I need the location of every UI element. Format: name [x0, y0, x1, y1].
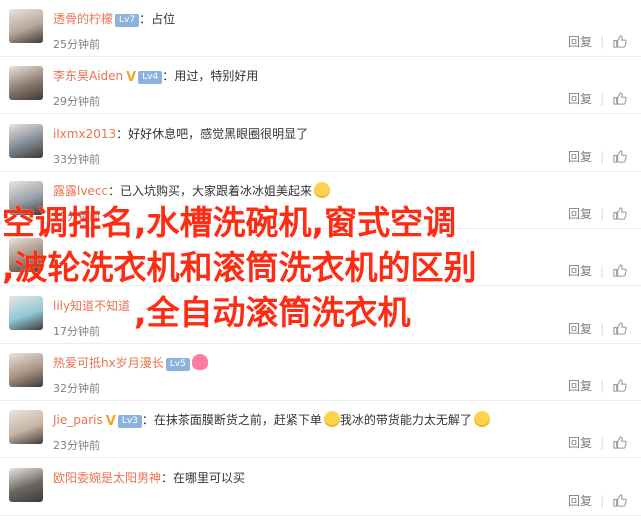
reply-button[interactable]: 回复	[568, 90, 592, 107]
timestamp: 29分钟前	[53, 95, 100, 108]
comment-line: 欧阳委婉是太阳男神：在哪里可以买	[53, 469, 631, 487]
comment-actions: 回复 |	[568, 33, 627, 50]
action-divider: |	[599, 91, 604, 106]
reply-button[interactable]: 回复	[568, 434, 592, 451]
reply-button[interactable]: 回复	[568, 377, 592, 394]
headline-overlay: 空调排名,水槽洗碗机,窗式空调 ,波轮洗衣机和滚筒洗衣机的区别 ,全自动滚筒洗衣…	[2, 200, 638, 335]
timestamp: 25分钟前	[53, 38, 100, 51]
comment-line: 透骨的柠檬 Lv7 ：占位	[53, 10, 631, 28]
action-divider: |	[599, 149, 604, 164]
smile-emoji-icon	[314, 182, 331, 198]
reply-button[interactable]: 回复	[568, 33, 592, 50]
comment-line: Jie_paris V Lv3 ：在抹茶面膜断货之前，赶紧下单 我冰的带货能力太无解了	[53, 411, 631, 429]
avatar[interactable]	[9, 66, 43, 100]
smile-emoji-icon	[473, 411, 490, 427]
level-badge: Lv4	[138, 71, 163, 84]
timestamp: 33分钟前	[53, 153, 100, 166]
level-badge: Lv5	[165, 358, 190, 371]
level-badge: Lv7	[115, 14, 140, 27]
comment-text: 已入坑购买，大家跟着冰冰姐美起来	[120, 184, 313, 198]
avatar[interactable]	[9, 9, 43, 43]
thumbs-up-icon[interactable]	[612, 149, 627, 164]
level-badge: Lv3	[117, 415, 142, 428]
comment-item: 透骨的柠檬 Lv7 ：占位 25分钟前 回复 |	[0, 0, 641, 57]
comment-actions: 回复 |	[568, 148, 627, 165]
headline-line-3: ,全自动滚筒洗衣机	[134, 293, 411, 332]
heart-emoji-icon	[191, 354, 208, 370]
comment-text: 占位	[151, 12, 176, 26]
username-link[interactable]: Jie_paris	[53, 413, 103, 427]
comment-text: 在抹茶面膜断货之前，赶紧下单	[153, 413, 322, 427]
comment-text: 好好休息吧，感觉黑眼圈很明显了	[128, 127, 309, 141]
username-link[interactable]: 热爱可抵hx岁月漫长	[53, 356, 164, 370]
comment-item: 欧阳委婉是太阳男神：在哪里可以买回复 |	[0, 459, 641, 516]
colon-separator: ：	[141, 413, 154, 427]
comment-line: ilxmx2013：好好休息吧，感觉黑眼圈很明显了	[53, 125, 631, 143]
avatar[interactable]	[9, 124, 43, 158]
username-link[interactable]: 透骨的柠檬	[53, 12, 113, 26]
avatar[interactable]	[9, 410, 43, 444]
comment-item: 李东昊Aiden V Lv4 ：用过，特别好用 29分钟前 回复 |	[0, 57, 641, 114]
action-divider: |	[599, 435, 604, 450]
action-divider: |	[599, 34, 604, 49]
timestamp: 32分钟前	[53, 382, 100, 395]
comment-item: 热爱可抵hx岁月漫长 Lv5 32分钟前 回复 |	[0, 344, 641, 401]
username-link[interactable]: ilxmx2013	[53, 127, 116, 141]
verified-icon: V	[126, 70, 137, 85]
comment-text: 用过，特别好用	[174, 69, 259, 83]
avatar[interactable]	[9, 468, 43, 502]
colon-separator: ：	[116, 127, 129, 141]
comment-actions: 回复 |	[568, 90, 627, 107]
thumbs-up-icon[interactable]	[612, 378, 627, 393]
comment-line: 李东昊Aiden V Lv4 ：用过，特别好用	[53, 67, 631, 85]
username-link[interactable]: 李东昊Aiden	[53, 69, 123, 83]
headline-line-2: ,波轮洗衣机和滚筒洗衣机的区别	[2, 248, 477, 287]
thumbs-up-icon[interactable]	[612, 34, 627, 49]
timestamp: 23分钟前	[53, 439, 100, 452]
reply-button[interactable]: 回复	[568, 492, 592, 509]
action-divider: |	[599, 493, 604, 508]
comment-line: 热爱可抵hx岁月漫长 Lv5	[53, 354, 631, 372]
thumbs-up-icon[interactable]	[612, 435, 627, 450]
thumbs-up-icon[interactable]	[612, 493, 627, 508]
colon-separator: ：	[139, 12, 152, 26]
colon-separator: ：	[162, 69, 175, 83]
comment-text-continued: 我冰的带货能力太无解了	[339, 413, 472, 427]
comment-item: Jie_paris V Lv3 ：在抹茶面膜断货之前，赶紧下单 我冰的带货能力太无解了 2…	[0, 401, 641, 458]
colon-separator: ：	[161, 471, 174, 485]
username-link[interactable]: 欧阳委婉是太阳男神	[53, 471, 161, 485]
comment-line: 露露lvecc：已入坑购买，大家跟着冰冰姐美起来	[53, 182, 631, 200]
action-divider: |	[599, 378, 604, 393]
avatar[interactable]	[9, 353, 43, 387]
colon-separator: ：	[108, 184, 121, 198]
comment-actions: 回复 |	[568, 492, 627, 509]
verified-icon: V	[105, 414, 116, 429]
comment-actions: 回复 |	[568, 377, 627, 394]
reply-button[interactable]: 回复	[568, 148, 592, 165]
smile-emoji-icon	[323, 411, 340, 427]
username-link[interactable]: 露露lvecc	[53, 184, 108, 198]
thumbs-up-icon[interactable]	[612, 91, 627, 106]
comment-text: 在哪里可以买	[173, 471, 246, 485]
comment-item: ilxmx2013：好好休息吧，感觉黑眼圈很明显了 33分钟前 回复 |	[0, 115, 641, 172]
comment-actions: 回复 |	[568, 434, 627, 451]
headline-line-1: 空调排名,水槽洗碗机,窗式空调	[2, 203, 457, 242]
